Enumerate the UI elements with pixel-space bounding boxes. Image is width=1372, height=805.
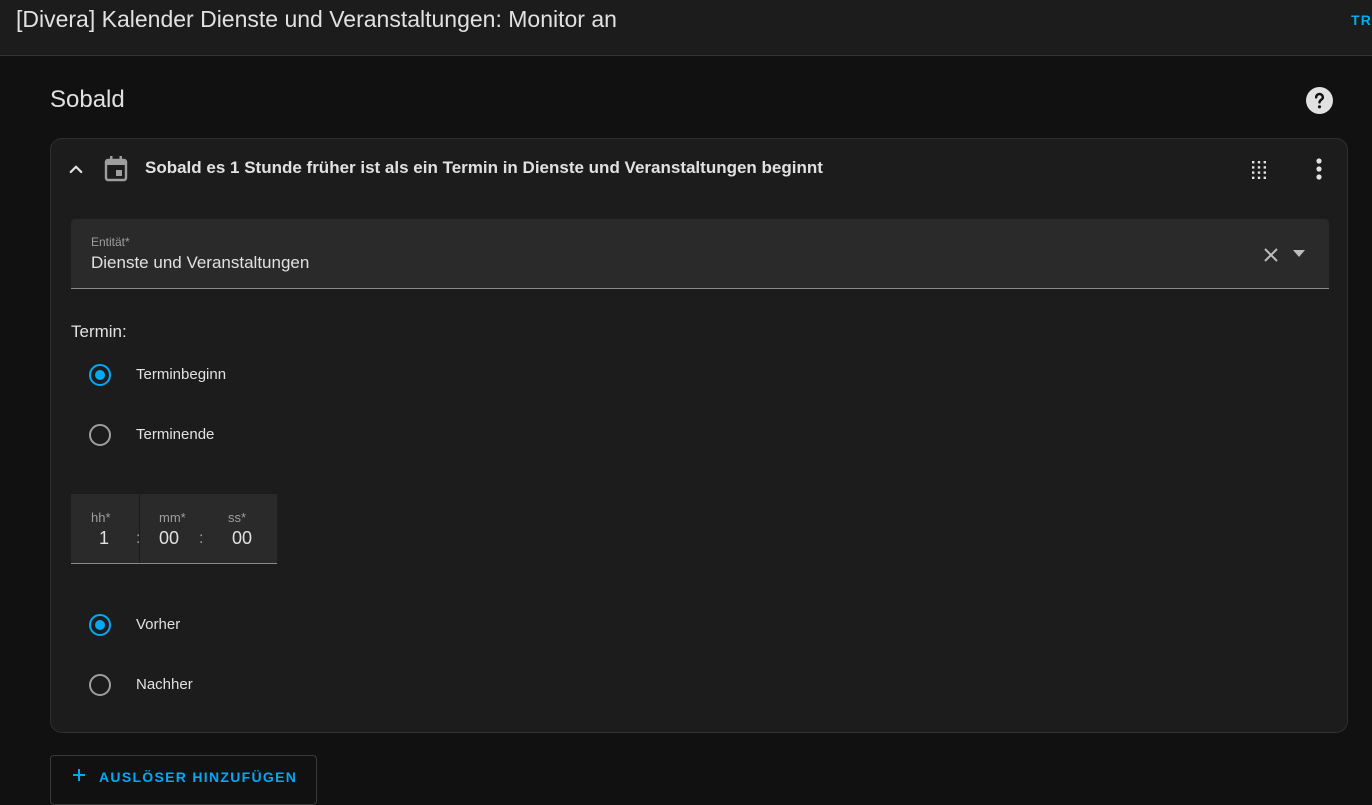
radio-label: Terminende <box>136 426 215 443</box>
hours-divider <box>139 494 140 563</box>
trigger-card: Sobald es 1 Stunde früher ist als ein Te… <box>50 138 1348 733</box>
page-title: [Divera] Kalender Dienste und Veranstalt… <box>16 6 617 32</box>
add-trigger-button[interactable]: AUSLÖSER HINZUFÜGEN <box>50 755 317 805</box>
radio-button[interactable] <box>89 424 111 446</box>
drag-handle-icon[interactable] <box>1252 161 1266 179</box>
radio-label: Vorher <box>136 616 181 633</box>
top-bar: [Divera] Kalender Dienste und Veranstalt… <box>0 0 1372 56</box>
section-title: Sobald <box>50 86 125 113</box>
time-separator: : <box>199 530 204 547</box>
radio-label: Nachher <box>136 676 193 693</box>
hours-input[interactable]: 1 <box>99 528 109 549</box>
calendar-icon <box>104 156 128 182</box>
entity-field-value[interactable]: Dienste und Veranstaltungen <box>91 253 309 273</box>
help-circle-icon[interactable] <box>1306 87 1333 114</box>
add-trigger-label: AUSLÖSER HINZUFÜGEN <box>99 769 298 785</box>
trigger-summary[interactable]: Sobald es 1 Stunde früher ist als ein Te… <box>145 158 823 178</box>
radio-button[interactable] <box>89 614 111 636</box>
radio-label: Terminbeginn <box>136 366 227 383</box>
radio-button[interactable] <box>89 364 111 386</box>
seconds-label: ss* <box>228 510 247 525</box>
event-type-label: Termin: <box>71 322 127 341</box>
seconds-input[interactable]: 00 <box>232 528 252 549</box>
radio-button[interactable] <box>89 674 111 696</box>
entity-field[interactable]: Entität* Dienste und Veranstaltungen <box>71 219 1329 289</box>
dropdown-arrow-icon[interactable] <box>1293 250 1305 257</box>
hours-label: hh* <box>91 510 111 525</box>
entity-field-label: Entität* <box>91 235 130 249</box>
close-icon[interactable] <box>1264 248 1278 262</box>
minutes-input[interactable]: 00 <box>159 528 179 549</box>
offset-time-input: hh* 1 : mm* 00 : ss* 00 <box>71 494 277 564</box>
plus-icon <box>73 769 85 781</box>
minutes-label: mm* <box>159 510 186 525</box>
chevron-up-icon[interactable] <box>67 160 85 178</box>
header-action-button[interactable]: TR <box>1351 12 1372 28</box>
more-vert-icon[interactable] <box>1316 158 1322 180</box>
